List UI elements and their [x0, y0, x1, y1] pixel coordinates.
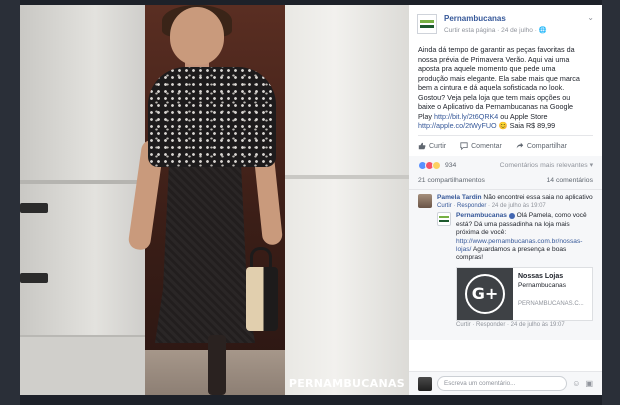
reply-item: Pernambucanas Olá Pamela, como você está…	[437, 212, 593, 328]
avatar	[418, 376, 432, 391]
post-text: Ainda dá tempo de garantir as peças favo…	[409, 43, 602, 135]
comment-item: Pamela Tardin Não encontrei essa saia no…	[418, 194, 593, 209]
reply-author[interactable]: Pernambucanas	[456, 212, 507, 219]
wow-reaction-icon[interactable]	[432, 160, 441, 170]
page-avatar[interactable]	[417, 14, 437, 34]
post-line: produção mais elegante. Ela sabe mais qu…	[418, 73, 580, 83]
comment-reply-link[interactable]: Responder	[457, 203, 486, 209]
google-plus-icon: G+	[465, 273, 505, 314]
model-blouse	[148, 67, 276, 167]
reply-text-end: Aguardamos a presença e boas compras!	[456, 246, 567, 262]
model-skirt	[155, 163, 255, 343]
comment-body: Pamela Tardin Não encontrei essa saia no…	[437, 194, 593, 202]
stone-step	[20, 335, 145, 395]
post-line-suffix: ou Apple Store	[498, 111, 548, 121]
post-line: bem a cintura e dá aquela sofisticada no…	[418, 83, 565, 92]
share-label: Compartilhar	[526, 142, 567, 150]
post-line: http://apple.co/2tWyFUO 😊 Saia R$ 89,99	[418, 121, 593, 131]
post-photo[interactable]: PERNAMBUCANAS	[20, 5, 409, 395]
comment-date: · 24 de julho às 19:07	[486, 203, 546, 210]
comment-bubble-icon	[460, 142, 468, 150]
backdrop-right	[602, 0, 620, 405]
comment-sort-dropdown[interactable]: Comentários mais relevantes ▾	[500, 161, 593, 169]
handbag	[246, 267, 278, 331]
smile-emoji-icon: 😊	[498, 121, 508, 130]
wall-right-line	[285, 175, 409, 179]
post-line: Ainda dá tempo de garantir as peças favo…	[418, 45, 575, 54]
post-actions: Curtir Comentar Compartilhar	[409, 136, 602, 156]
post-header: Pernambucanas Curtir esta página · 24 de…	[409, 5, 602, 43]
reply-meta: Curtir · Responder · 24 de julho às 19:0…	[456, 321, 565, 328]
card-text: Nossas Lojas Pernambucanas PERNAMBUCANAS…	[513, 268, 589, 320]
reactions-row: 934 Comentários mais relevantes ▾	[409, 156, 602, 172]
model-leg	[208, 335, 226, 395]
card-title: Nossas Lojas	[518, 272, 564, 280]
reaction-count[interactable]: 934	[445, 162, 456, 169]
wall-left-line	[20, 180, 145, 184]
post-meta-text: Curtir esta página · 24 de julho ·	[444, 27, 539, 34]
comment-button[interactable]: Comentar	[460, 142, 502, 150]
like-label: Curtir	[429, 142, 447, 150]
post-line: aposta pra aquele momento que pede uma	[418, 64, 556, 73]
backdrop-left	[0, 0, 20, 405]
post-options-chevron-icon[interactable]: ⌄	[587, 13, 594, 22]
shares-count[interactable]: 21 compartilhamentos	[418, 177, 485, 184]
card-domain: PERNAMBUCANAS.C...	[518, 300, 584, 307]
card-thumbnail: G+	[457, 267, 513, 320]
comments-count[interactable]: 14 comentários	[547, 177, 593, 184]
comment-input[interactable]: Escreva um comentário...	[437, 376, 568, 391]
comment-meta: Curtir · Responder · 24 de julho às 19:0…	[437, 203, 546, 210]
globe-icon: 🌐	[538, 27, 547, 34]
counts-row: 21 compartilhamentos 14 comentários	[409, 172, 602, 190]
wall-right	[285, 5, 409, 395]
link-preview-card[interactable]: G+ Nossas Lojas Pernambucanas PERNAMBUCA…	[456, 266, 593, 321]
comment-like-link[interactable]: Curtir	[437, 203, 452, 209]
post-meta: Curtir esta página · 24 de julho · 🌐	[444, 26, 547, 34]
wall-bracket-lower	[20, 273, 48, 283]
comment-text: Não encontrei essa saia no aplicativo	[481, 194, 593, 201]
model-head	[170, 7, 224, 65]
comment-label: Comentar	[471, 142, 502, 150]
comment-composer: Escreva um comentário... ☺ ▣	[409, 371, 602, 395]
comments-list: Pamela Tardin Não encontrei essa saia no…	[409, 190, 602, 340]
post-line: nossa prévia de Primavera Verão. Aqui va…	[418, 54, 570, 64]
post-panel: Pernambucanas Curtir esta página · 24 de…	[409, 5, 602, 395]
post-price-text: Saia R$ 89,99	[507, 121, 556, 130]
post-line: baixe o Aplicativo da Pernambucanas na G…	[418, 102, 574, 111]
avatar[interactable]	[418, 194, 432, 208]
page-name-link[interactable]: Pernambucanas	[444, 14, 506, 23]
emoji-icon[interactable]: ☺	[572, 379, 580, 388]
apple-store-link[interactable]: http://apple.co/2tWyFUO	[418, 121, 497, 130]
like-button[interactable]: Curtir	[418, 142, 446, 150]
comment-author[interactable]: Pamela Tardin	[437, 194, 482, 201]
share-arrow-icon	[516, 142, 524, 149]
camera-icon[interactable]: ▣	[585, 379, 593, 388]
card-subtitle: Pernambucanas	[518, 281, 567, 289]
photo-watermark: PERNAMBUCANAS	[288, 377, 405, 390]
post-line: Play http://bit.ly/2t6QRK4 ou Apple Stor…	[418, 112, 593, 122]
reply-body: Pernambucanas Olá Pamela, como você está…	[456, 212, 593, 262]
share-button[interactable]: Compartilhar	[516, 142, 567, 150]
post-line: Gostou? Veja pela loja que tem mais opçõ…	[418, 92, 571, 102]
avatar[interactable]	[437, 212, 451, 227]
wall-bracket-upper	[20, 203, 48, 213]
thumbs-up-icon	[418, 142, 426, 150]
post-line-prefix: Play	[418, 111, 434, 121]
google-play-link[interactable]: http://bit.ly/2t6QRK4	[434, 112, 498, 121]
